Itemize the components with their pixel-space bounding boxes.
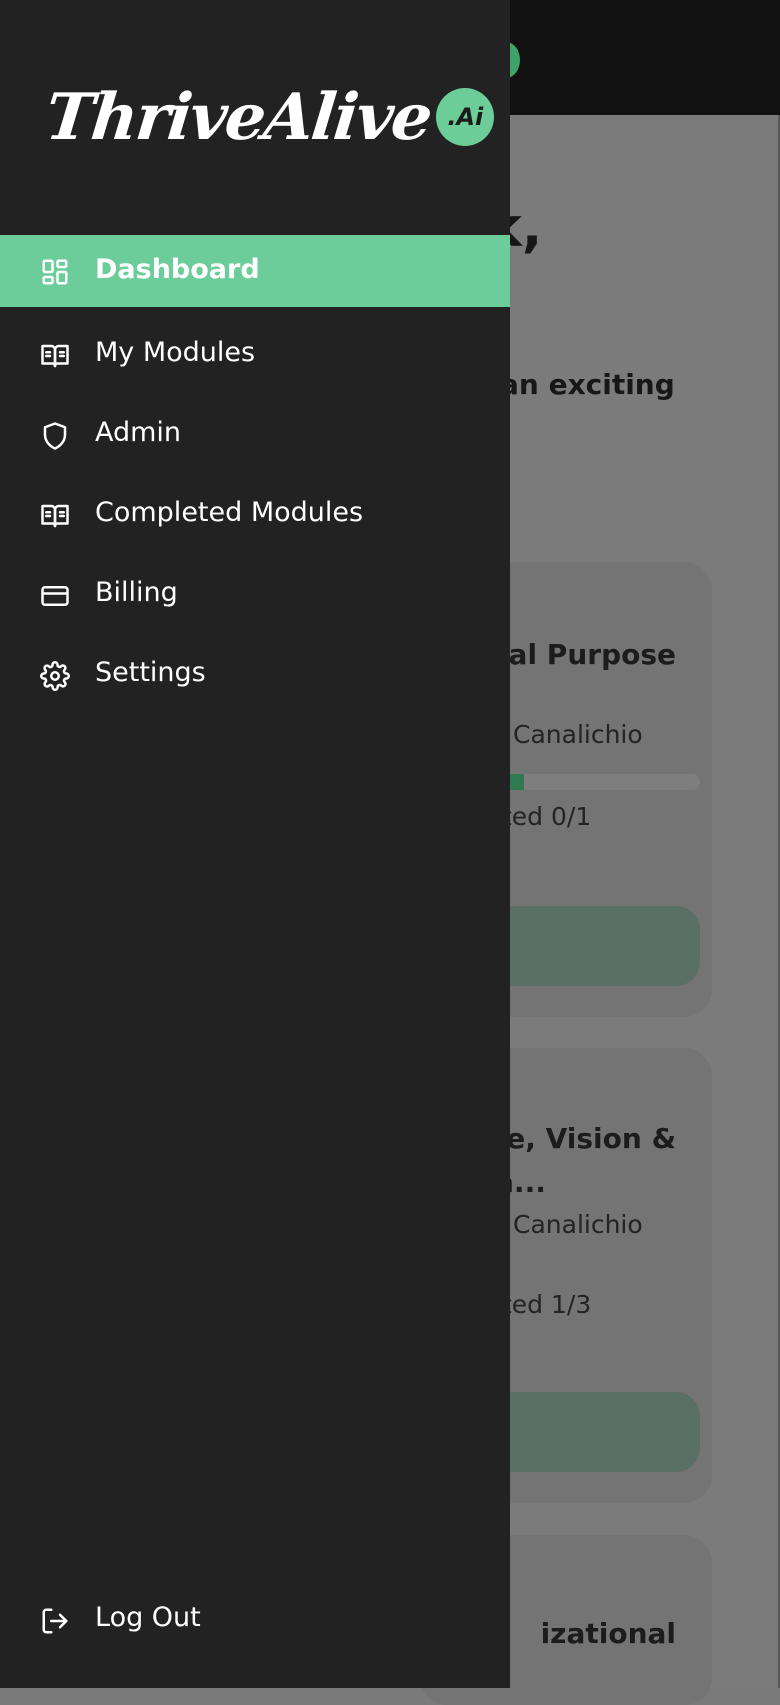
- gear-icon: [40, 661, 70, 691]
- module-progress-bar: [480, 774, 700, 790]
- module-completed-count: ted 0/1: [502, 802, 592, 831]
- logout-button[interactable]: Log Out: [0, 1580, 510, 1660]
- logo-badge: .Ai: [436, 88, 495, 146]
- sidebar-item-label: My Modules: [95, 337, 256, 368]
- sidebar-item-my-modules[interactable]: My Modules: [0, 315, 510, 395]
- sidebar-item-admin[interactable]: Admin: [0, 395, 510, 475]
- sidebar-nav: Dashboard My Modules Admin Completed Mod…: [0, 235, 510, 715]
- sidebar-drawer: ThriveAlive .Ai Dashboard My Modules Adm…: [0, 0, 510, 1688]
- module-continue-button[interactable]: [480, 1392, 700, 1472]
- sidebar-item-settings[interactable]: Settings: [0, 635, 510, 715]
- logo-wordmark: ThriveAlive: [42, 79, 435, 155]
- sidebar-item-dashboard[interactable]: Dashboard: [0, 235, 510, 307]
- open-book-icon: [40, 501, 70, 531]
- sidebar-item-completed-modules[interactable]: Completed Modules: [0, 475, 510, 555]
- credit-card-icon: [40, 581, 70, 611]
- logout-label: Log Out: [95, 1602, 201, 1633]
- dashboard-grid-icon: [40, 257, 70, 287]
- module-author: Canalichio: [513, 720, 643, 749]
- logout-icon: [40, 1606, 70, 1636]
- sidebar-item-billing[interactable]: Billing: [0, 555, 510, 635]
- shield-icon: [40, 421, 70, 451]
- sidebar-item-label: Completed Modules: [95, 497, 364, 528]
- sidebar-item-label: Admin: [95, 417, 182, 448]
- module-completed-count: ted 1/3: [502, 1290, 592, 1319]
- module-continue-button[interactable]: [480, 906, 700, 986]
- brand-logo[interactable]: ThriveAlive .Ai: [42, 72, 495, 162]
- module-author: Canalichio: [513, 1210, 643, 1239]
- sidebar-item-label: Billing: [95, 577, 178, 608]
- sidebar-item-label: Settings: [95, 657, 206, 688]
- sidebar-item-label: Dashboard: [95, 254, 260, 285]
- welcome-subtitle: an exciting: [500, 368, 675, 401]
- open-book-icon: [40, 341, 70, 371]
